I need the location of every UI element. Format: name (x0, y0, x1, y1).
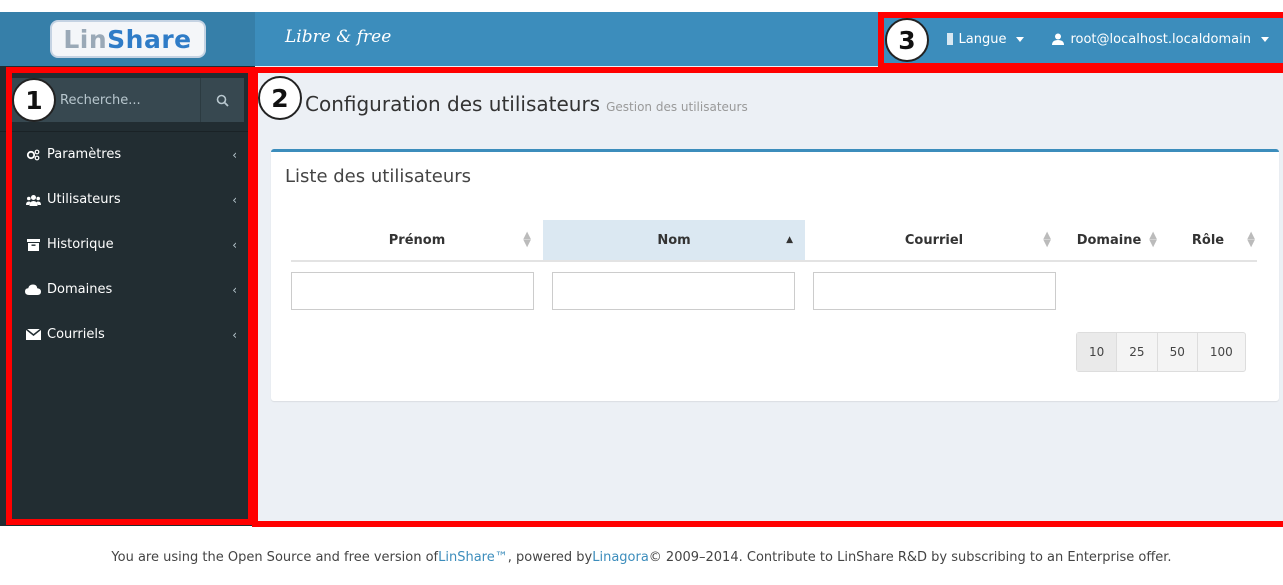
linagora-link[interactable]: Linagora (592, 550, 649, 565)
annotation-badge-3: 3 (885, 18, 929, 62)
annotation-badge-1: 1 (12, 78, 56, 122)
linshare-logo[interactable]: LinShare (49, 20, 206, 58)
logo-text: LinShare (63, 24, 192, 54)
footer: You are using the Open Source and free v… (0, 530, 1283, 585)
tagline: Libre & free (285, 27, 392, 47)
annotation-box-sidebar (6, 67, 254, 525)
annotation-box-content (252, 67, 1283, 527)
logo-area: LinShare (0, 12, 255, 66)
annotation-badge-2: 2 (258, 76, 302, 120)
linshare-link[interactable]: LinShare™ (438, 550, 508, 565)
annotation-box-header-right (878, 12, 1283, 69)
